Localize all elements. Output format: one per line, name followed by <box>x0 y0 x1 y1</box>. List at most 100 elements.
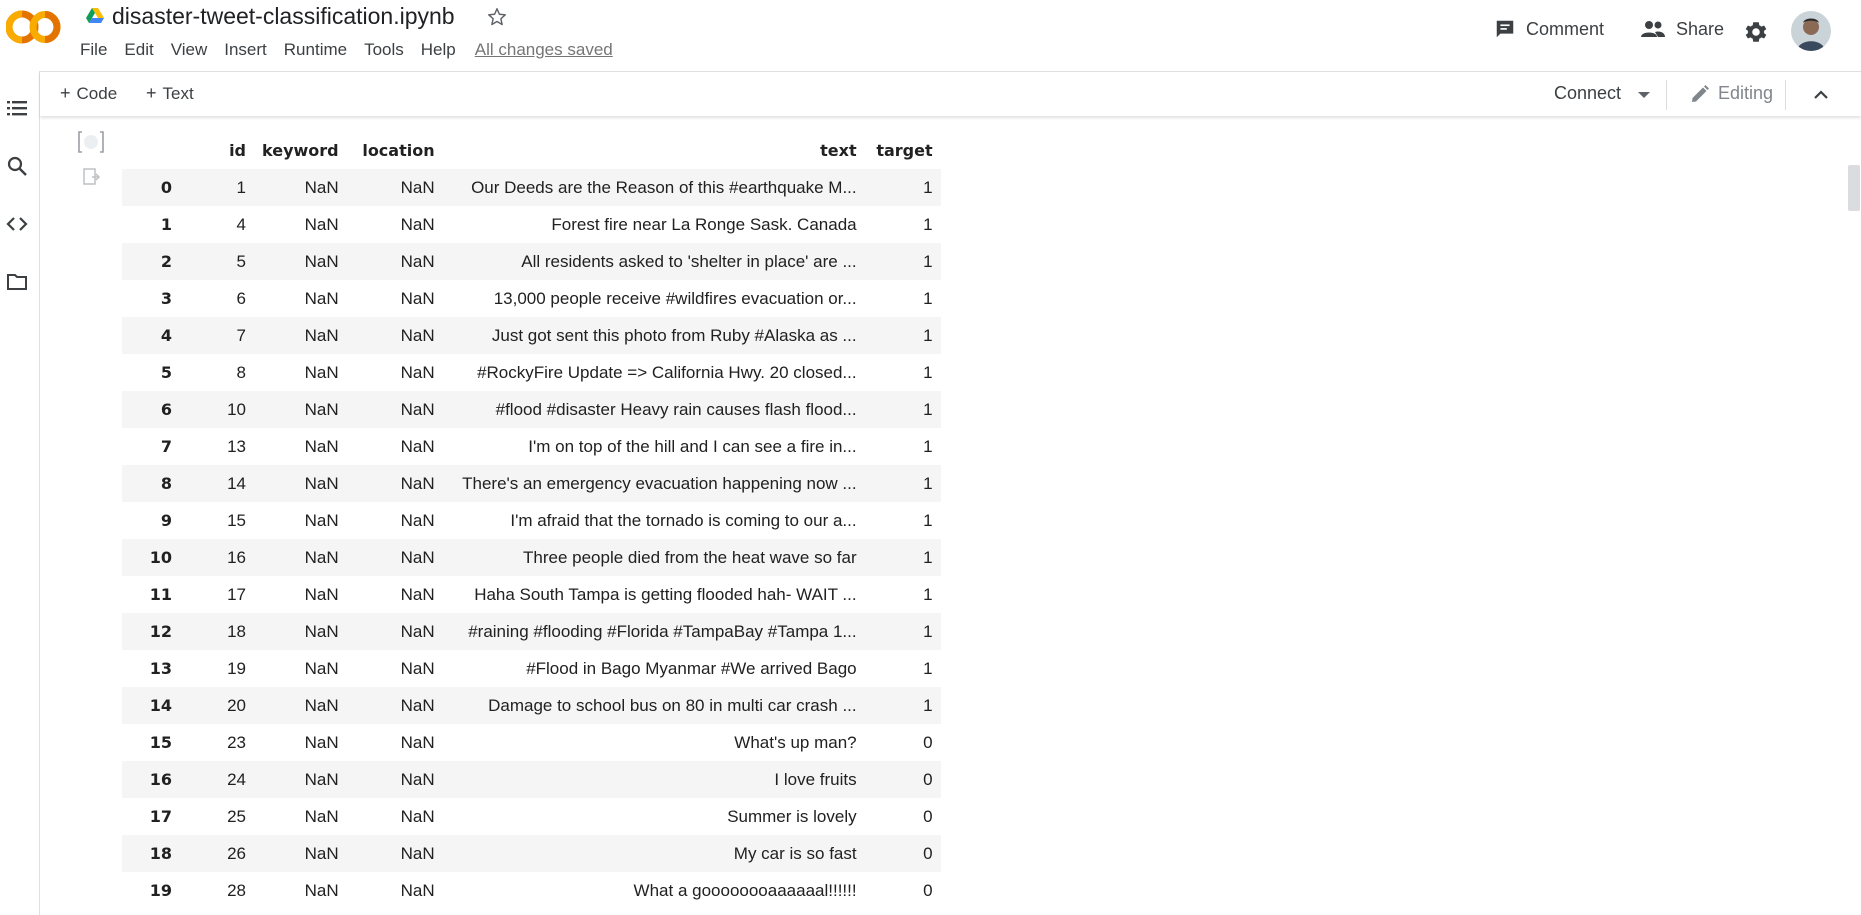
cell-id: 7 <box>236 325 246 345</box>
clear-output-icon[interactable] <box>83 168 101 186</box>
cell-id: 14 <box>227 473 246 493</box>
notebook-title[interactable]: disaster-tweet-classification.ipynb <box>112 3 455 30</box>
table-row: 1 4 NaN NaN Forest fire near La Ronge Sask. … <box>122 206 941 243</box>
cell-location: NaN <box>400 584 435 604</box>
cell-target: 1 <box>923 177 933 197</box>
cell-index: 16 <box>149 770 172 789</box>
cell-index: 9 <box>160 511 172 530</box>
cell-index: 6 <box>160 400 172 419</box>
table-header-row: id keyword location text target <box>122 132 941 169</box>
connect-button[interactable]: Connect <box>1554 83 1621 104</box>
cell-id: 15 <box>227 510 246 530</box>
cell-index: 11 <box>149 585 172 604</box>
cell-target: 1 <box>923 251 933 271</box>
cell-text: #raining #flooding #Florida #TampaBay #T… <box>468 621 857 641</box>
comment-button[interactable]: Comment <box>1494 18 1604 40</box>
column-header-location: location <box>362 141 435 160</box>
cell-keyword: NaN <box>304 251 339 271</box>
cell-keyword: NaN <box>304 510 339 530</box>
cell-location: NaN <box>400 806 435 826</box>
cell-target: 1 <box>923 399 933 419</box>
cell-keyword: NaN <box>304 399 339 419</box>
cell-keyword: NaN <box>304 769 339 789</box>
cell-target: 0 <box>923 732 933 752</box>
cell-id: 5 <box>236 251 246 271</box>
cell-index: 2 <box>160 252 172 271</box>
pencil-icon <box>1692 84 1709 102</box>
cell-location: NaN <box>400 288 435 308</box>
table-of-contents-icon[interactable] <box>6 97 28 119</box>
table-row: 19 28 NaN NaN What a goooooooaaaaaal!!!!!! 0 <box>122 872 941 909</box>
files-icon[interactable] <box>6 271 28 293</box>
cell-keyword: NaN <box>304 325 339 345</box>
cell-location: NaN <box>400 473 435 493</box>
run-cell-icon[interactable] <box>78 131 104 153</box>
table-row: 16 24 NaN NaN I love fruits 0 <box>122 761 941 798</box>
cell-keyword: NaN <box>304 214 339 234</box>
cell-index: 3 <box>160 289 172 308</box>
cell-target: 1 <box>923 547 933 567</box>
add-text-label: Text <box>162 84 194 103</box>
add-text-cell-button[interactable]: + Text <box>146 83 194 104</box>
google-drive-icon[interactable] <box>86 8 104 24</box>
dataframe-table: id keyword location text target 0 1 NaN NaN… <box>122 132 941 909</box>
table-row: 15 23 NaN NaN What's up man? 0 <box>122 724 941 761</box>
divider <box>1785 80 1786 110</box>
cell-text: #Flood in Bago Myanmar #We arrived Bago <box>526 658 857 678</box>
cell-keyword: NaN <box>304 436 339 456</box>
menu-file[interactable]: File <box>80 40 107 60</box>
chevron-down-icon[interactable] <box>1638 92 1650 98</box>
cell-text: All residents asked to 'shelter in place… <box>521 251 857 271</box>
cell-target: 1 <box>923 436 933 456</box>
menu-edit[interactable]: Edit <box>124 40 153 60</box>
cell-target: 1 <box>923 288 933 308</box>
cell-location: NaN <box>400 399 435 419</box>
search-icon[interactable] <box>6 155 28 177</box>
scrollbar[interactable] <box>1848 165 1860 211</box>
cell-target: 1 <box>923 584 933 604</box>
cell-location: NaN <box>400 732 435 752</box>
cell-index: 8 <box>160 474 172 493</box>
cell-text: Forest fire near La Ronge Sask. Canada <box>551 214 857 234</box>
menu-insert[interactable]: Insert <box>224 40 267 60</box>
user-avatar[interactable] <box>1791 11 1831 51</box>
menu-runtime[interactable]: Runtime <box>284 40 347 60</box>
index-header <box>122 132 180 169</box>
cell-index: 5 <box>160 363 172 382</box>
cell-id: 1 <box>236 177 246 197</box>
cell-target: 1 <box>923 510 933 530</box>
menu-tools[interactable]: Tools <box>364 40 404 60</box>
save-status-link[interactable]: All changes saved <box>475 40 613 60</box>
cell-text: What a goooooooaaaaaal!!!!!! <box>633 880 857 900</box>
star-icon[interactable] <box>486 6 508 28</box>
cell-location: NaN <box>400 436 435 456</box>
chevron-up-icon[interactable] <box>1811 85 1831 105</box>
cell-index: 1 <box>160 215 172 234</box>
cell-id: 6 <box>236 288 246 308</box>
cell-location: NaN <box>400 547 435 567</box>
editing-mode-button[interactable]: Editing <box>1690 83 1773 104</box>
cell-index: 19 <box>149 881 172 900</box>
column-header-text: text <box>820 141 857 160</box>
cell-index: 10 <box>149 548 172 567</box>
cell-target: 1 <box>923 621 933 641</box>
share-label: Share <box>1676 18 1725 39</box>
table-row: 14 20 NaN NaN Damage to school bus on 80 in … <box>122 687 941 724</box>
table-row: 17 25 NaN NaN Summer is lovely 0 <box>122 798 941 835</box>
cell-location: NaN <box>400 251 435 271</box>
menu-help[interactable]: Help <box>421 40 456 60</box>
code-snippets-icon[interactable] <box>6 213 28 235</box>
add-code-cell-button[interactable]: + Code <box>60 83 117 104</box>
cell-target: 0 <box>923 769 933 789</box>
gear-icon[interactable] <box>1743 19 1769 45</box>
cell-text: Summer is lovely <box>727 806 857 826</box>
colab-logo[interactable] <box>6 10 62 44</box>
share-button[interactable]: Share <box>1640 18 1724 40</box>
menu-bar: File Edit View Insert Runtime Tools Help… <box>80 40 630 60</box>
menu-view[interactable]: View <box>171 40 208 60</box>
cell-text: I love fruits <box>774 769 857 789</box>
cell-id: 25 <box>227 806 246 826</box>
cell-location: NaN <box>400 510 435 530</box>
cell-keyword: NaN <box>304 362 339 382</box>
table-row: 6 10 NaN NaN #flood #disaster Heavy rain cau… <box>122 391 941 428</box>
